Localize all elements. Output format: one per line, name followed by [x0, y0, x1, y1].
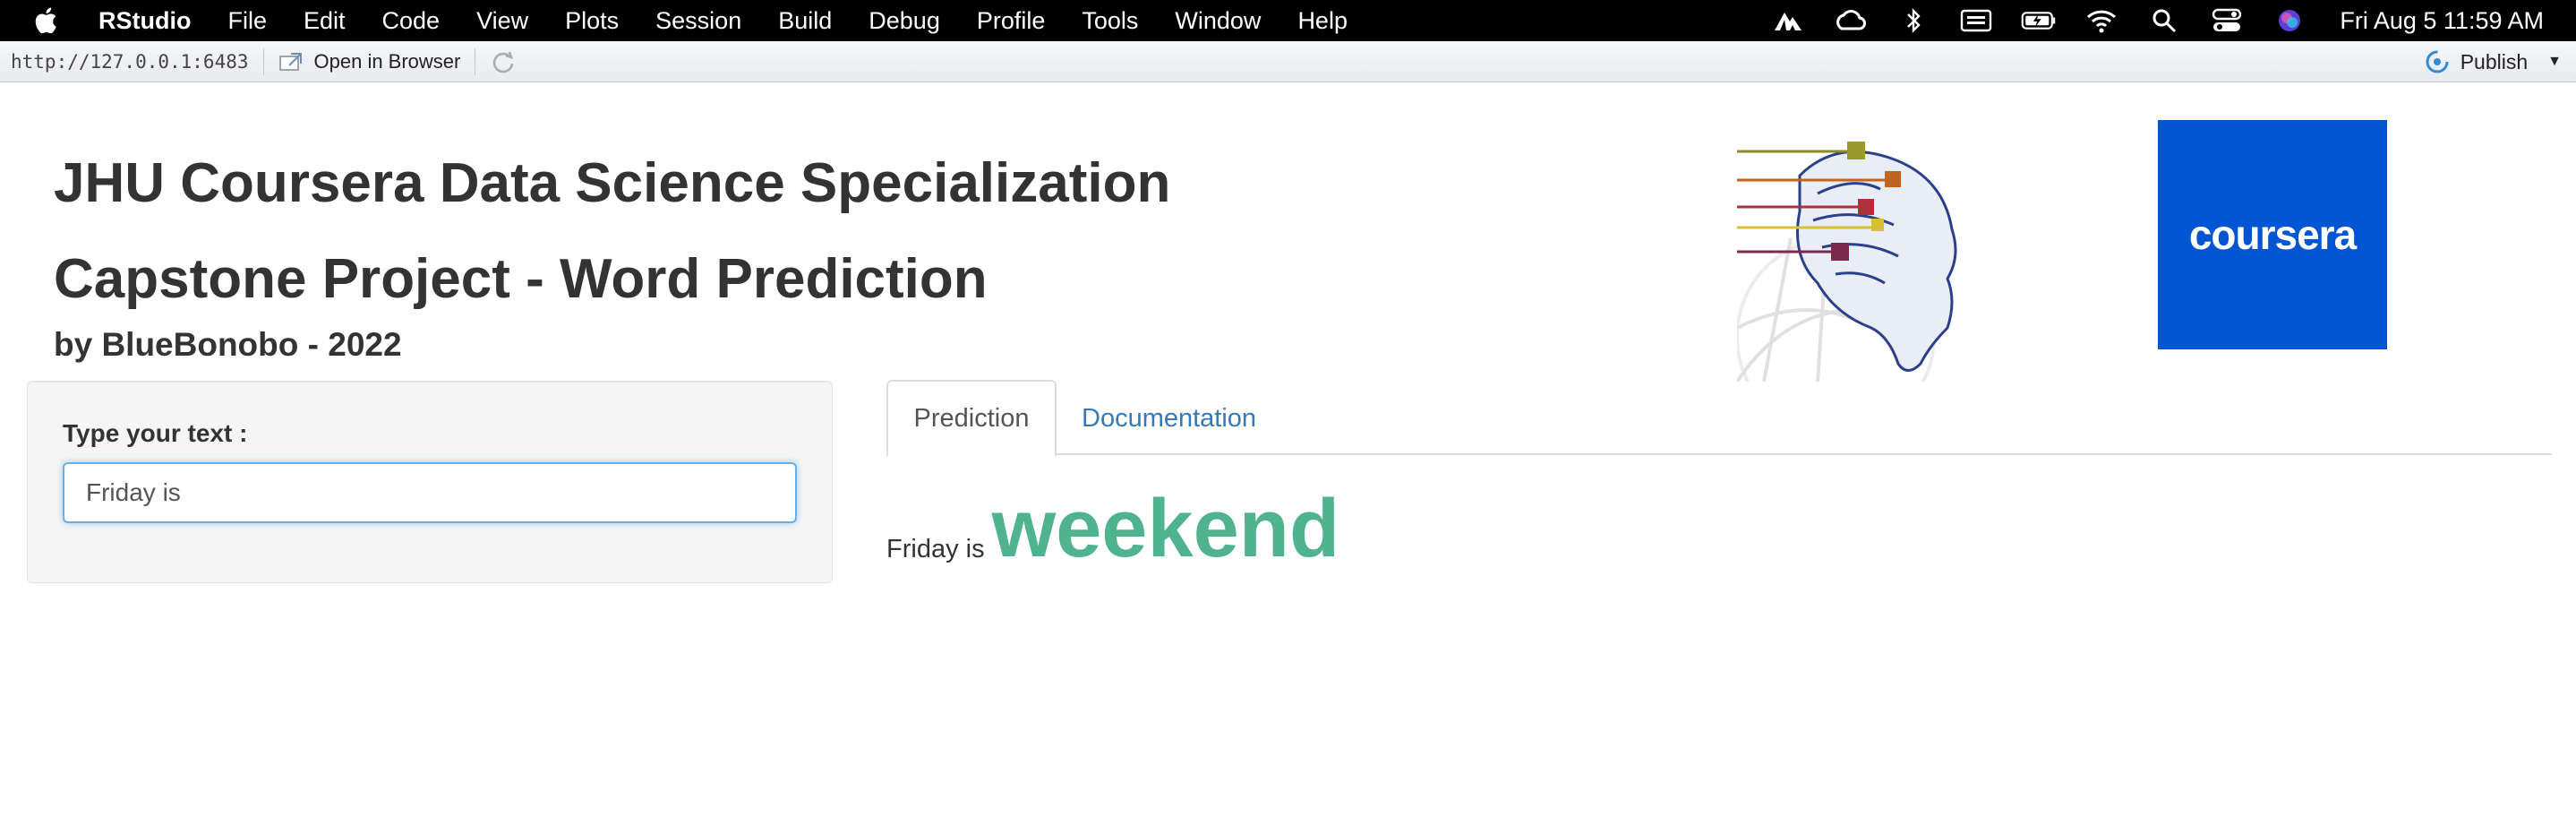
prediction-output: Friday is weekend [886, 466, 1339, 573]
menu-debug[interactable]: Debug [869, 7, 940, 35]
viewer-toolbar: http://127.0.0.1:6483 Open in Browser Pu… [0, 41, 2576, 82]
macos-menu-bar: RStudio File Edit Code View Plots Sessio… [0, 0, 2576, 41]
text-input-label: Type your text : [63, 419, 248, 447]
menu-bar-clock[interactable]: Fri Aug 5 11:59 AM [2340, 7, 2544, 35]
menu-plots[interactable]: Plots [565, 7, 619, 35]
bluetooth-icon[interactable] [1896, 7, 1931, 34]
toolbar-divider [262, 47, 264, 75]
open-in-browser-icon [278, 52, 302, 71]
creative-cloud-icon[interactable] [1833, 7, 1869, 34]
publish-button[interactable]: Publish ▼ [2423, 41, 2562, 82]
coursera-logo-text: coursera [2188, 211, 2357, 258]
publish-icon [2426, 50, 2449, 73]
publish-label: Publish [2460, 49, 2529, 73]
menu-code[interactable]: Code [382, 7, 441, 35]
nordvpn-icon[interactable] [1770, 7, 1806, 34]
siri-icon[interactable] [2272, 7, 2307, 34]
menu-view[interactable]: View [476, 7, 528, 35]
open-in-browser-button[interactable]: Open in Browser [278, 49, 461, 73]
menu-edit[interactable]: Edit [304, 7, 346, 35]
menu-profile[interactable]: Profile [977, 7, 1046, 35]
prediction-input-echo: Friday is [886, 535, 985, 563]
menu-session[interactable]: Session [655, 7, 741, 35]
apple-logo-icon[interactable] [32, 5, 63, 36]
menu-build[interactable]: Build [778, 7, 832, 35]
sidebar-panel: Type your text : [27, 381, 833, 583]
menu-file[interactable]: File [227, 7, 267, 35]
app-url: http://127.0.0.1:6483 [11, 50, 249, 73]
author-line: by BlueBonobo - 2022 [54, 326, 402, 363]
menu-help[interactable]: Help [1297, 7, 1348, 35]
page-title: JHU Coursera Data Science Specialization [54, 152, 1171, 214]
predicted-word: weekend [991, 483, 1340, 574]
battery-icon[interactable] [2021, 7, 2057, 34]
control-center-icon[interactable] [2209, 7, 2245, 34]
refresh-icon[interactable] [490, 48, 517, 75]
coursera-logo: coursera [2158, 120, 2387, 349]
keyboard-icon[interactable] [1958, 7, 1994, 34]
page-subtitle-project: Capstone Project - Word Prediction [54, 248, 988, 310]
jhu-brain-logo-icon [1737, 142, 1957, 382]
spotlight-search-icon[interactable] [2146, 7, 2182, 34]
menu-app-name[interactable]: RStudio [98, 7, 191, 35]
tabset: Prediction Documentation [886, 380, 2552, 457]
text-input[interactable] [63, 462, 797, 523]
menu-tools[interactable]: Tools [1082, 7, 1138, 35]
menu-bar-status-area: Fri Aug 5 11:59 AM [1743, 0, 2576, 41]
menu-window[interactable]: Window [1175, 7, 1261, 35]
tab-prediction[interactable]: Prediction [886, 380, 1057, 457]
tab-documentation[interactable]: Documentation [1055, 380, 1283, 457]
chevron-down-icon[interactable]: ▼ [2547, 54, 2562, 70]
open-in-browser-label: Open in Browser [313, 49, 461, 73]
wifi-icon[interactable] [2084, 7, 2119, 34]
